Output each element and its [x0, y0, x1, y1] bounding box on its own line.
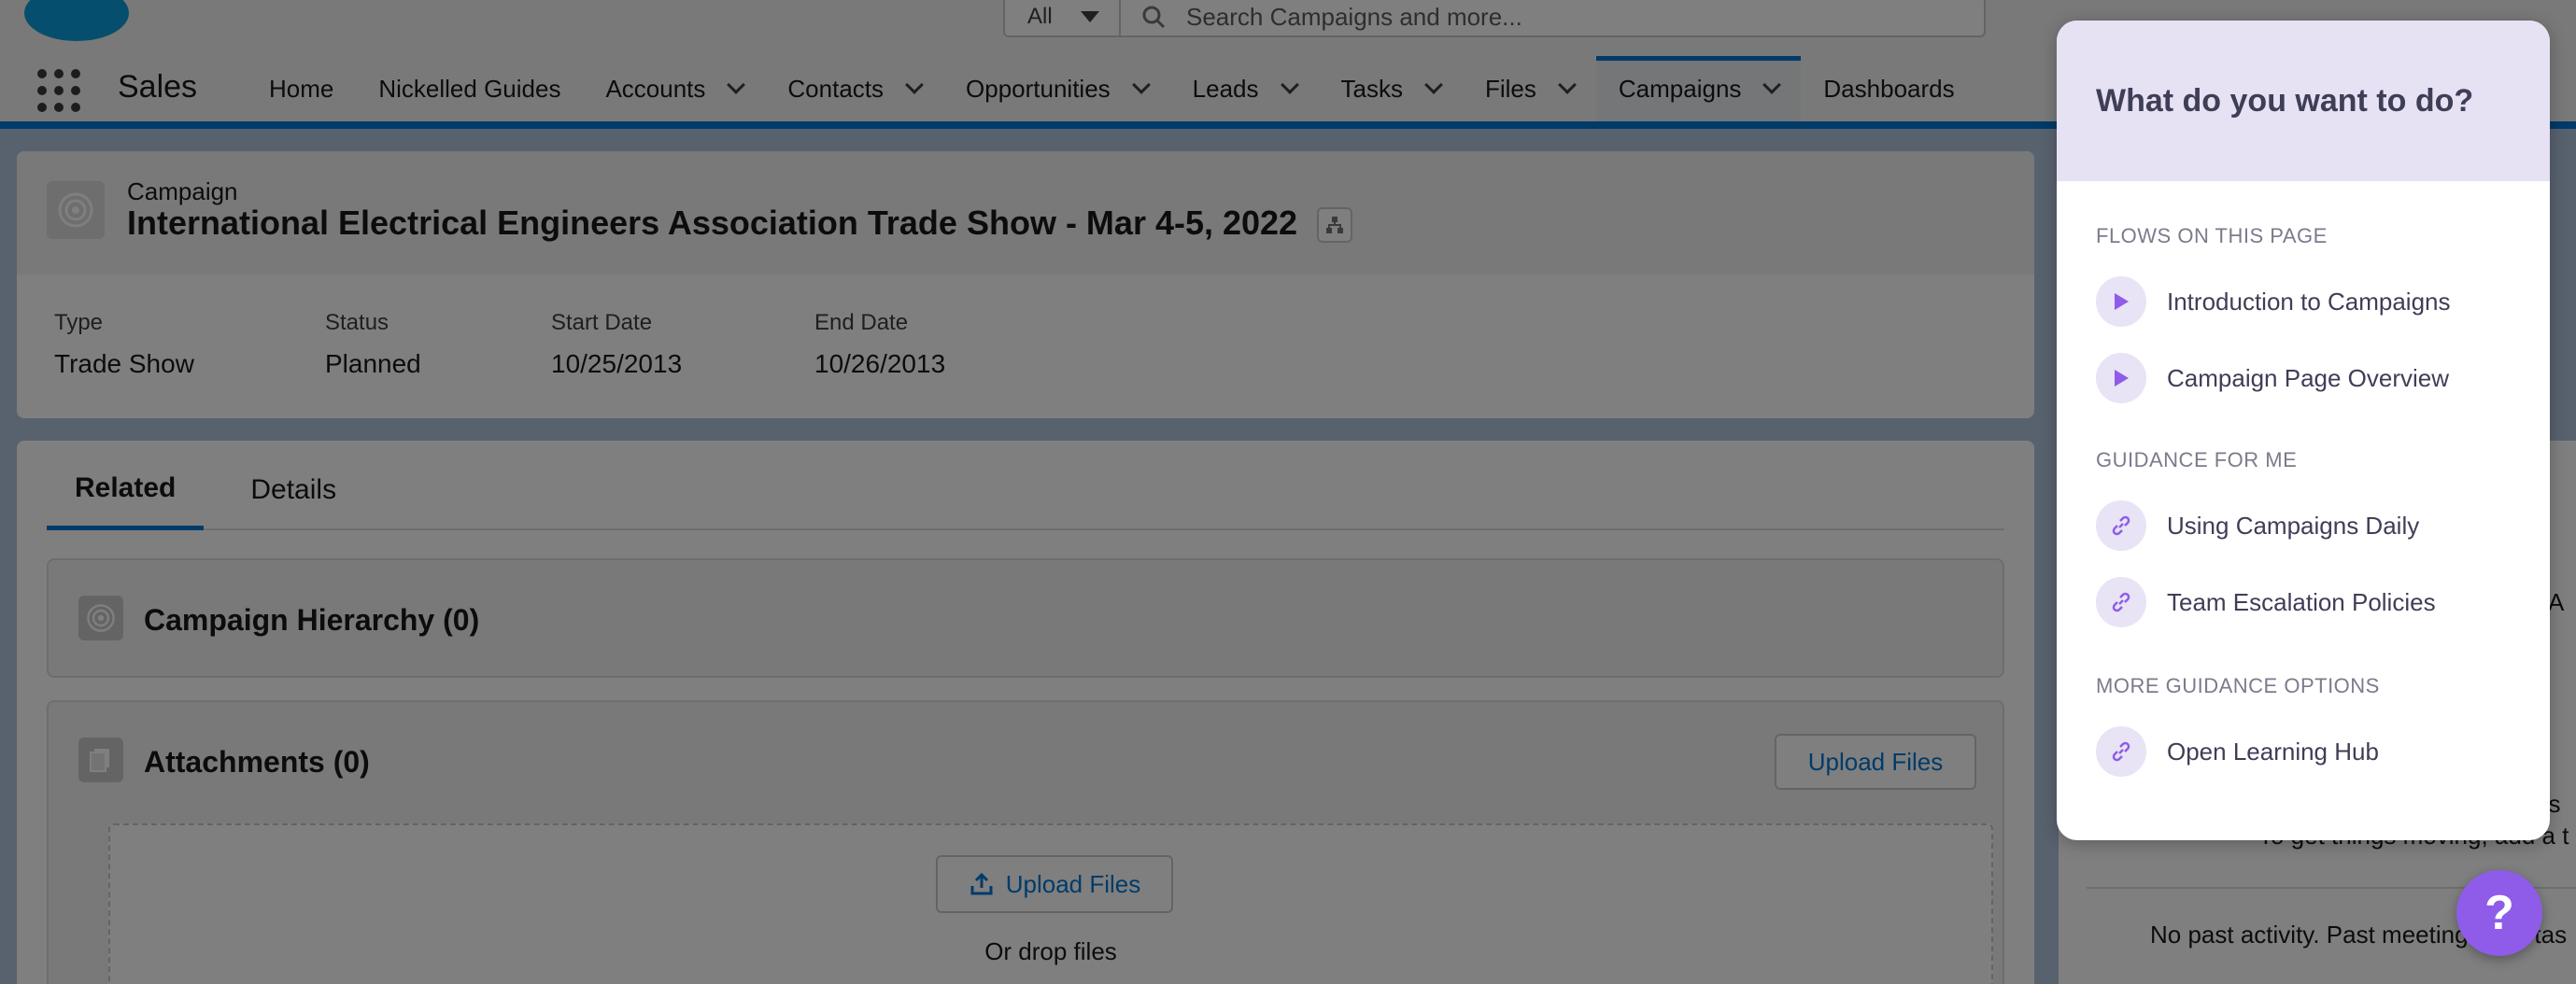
section-label-guidance: GUIDANCE FOR ME — [2096, 448, 2298, 471]
guide-item-introduction-to-campaigns[interactable]: Introduction to Campaigns — [2096, 276, 2451, 327]
guide-item-label: Open Learning Hub — [2167, 737, 2379, 766]
play-icon — [2096, 276, 2146, 327]
guidance-title: What do you want to do? — [2057, 21, 2550, 181]
guide-item-team-escalation-policies[interactable]: Team Escalation Policies — [2096, 577, 2436, 627]
play-icon — [2096, 353, 2146, 403]
guide-item-using-campaigns-daily[interactable]: Using Campaigns Daily — [2096, 500, 2419, 551]
guide-item-label: Team Escalation Policies — [2167, 587, 2436, 616]
guidance-panel: What do you want to do? FLOWS ON THIS PA… — [2057, 21, 2550, 840]
help-button[interactable]: ? — [2456, 870, 2542, 956]
guide-item-label: Using Campaigns Daily — [2167, 511, 2420, 540]
guide-item-label: Campaign Page Overview — [2167, 363, 2450, 392]
section-label-more-options: MORE GUIDANCE OPTIONS — [2096, 674, 2380, 697]
section-label-flows: FLOWS ON THIS PAGE — [2096, 224, 2328, 247]
guide-item-open-learning-hub[interactable]: Open Learning Hub — [2096, 726, 2379, 777]
link-icon — [2096, 577, 2146, 627]
link-icon — [2096, 726, 2146, 777]
link-icon — [2096, 500, 2146, 551]
guide-item-campaign-page-overview[interactable]: Campaign Page Overview — [2096, 353, 2449, 403]
guide-item-label: Introduction to Campaigns — [2167, 287, 2451, 316]
